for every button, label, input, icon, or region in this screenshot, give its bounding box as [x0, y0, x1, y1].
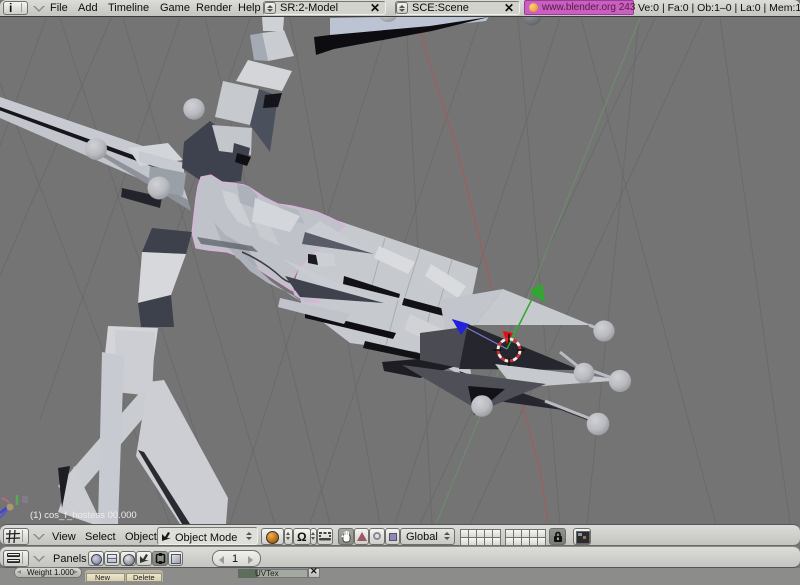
svg-text:(1) cos_f_hostess 00.000: (1) cos_f_hostess 00.000 [30, 510, 137, 521]
